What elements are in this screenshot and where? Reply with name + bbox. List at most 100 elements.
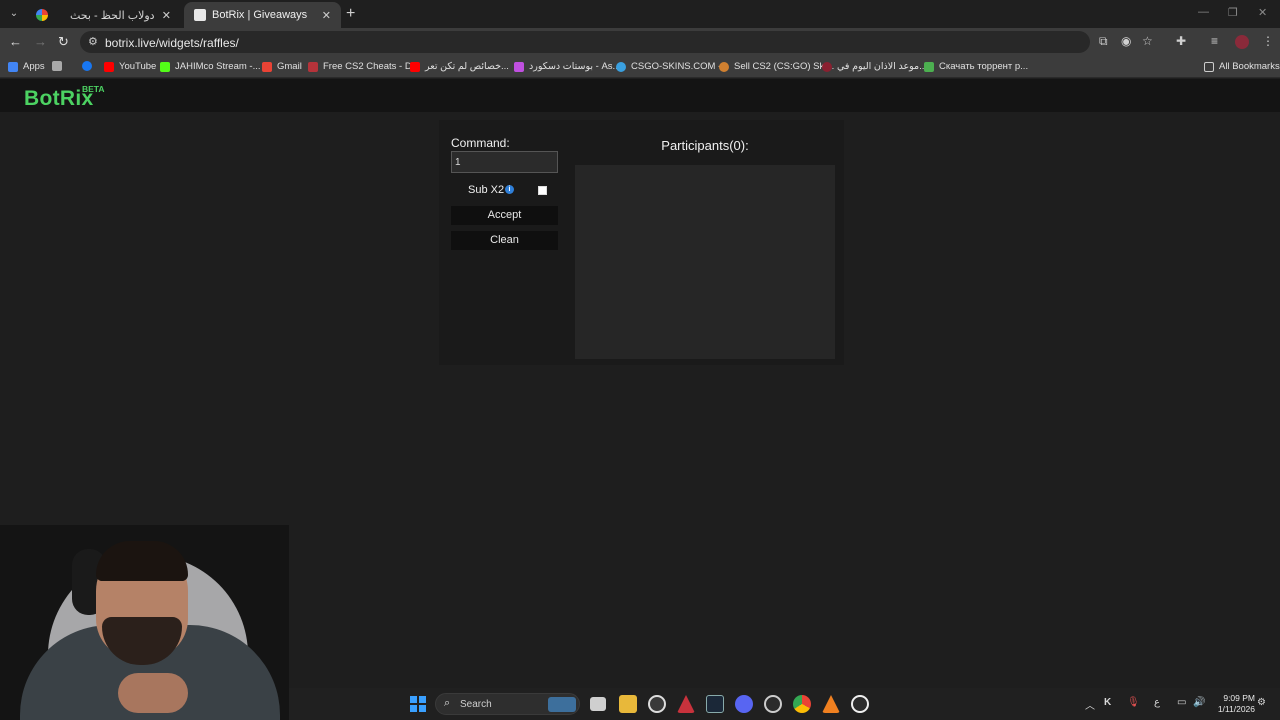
csgo-skins-icon [616,61,626,72]
sub-x2-checkbox[interactable] [538,186,547,195]
minimize-icon[interactable]: — [1198,6,1209,18]
address-bar[interactable]: ⚙ botrix.live/widgets/raffles/ [80,31,1090,53]
bookmark-label: YouTube [119,61,157,72]
gmail-icon [262,61,272,72]
grid-icon [52,61,62,71]
tab-strip: ⌄ دولاب الحظ - بحث Google ✕ BotRix | Giv… [0,0,1280,28]
bookmarks-bar: Apps YouTube JAHIMco Stream -... Gmail F… [0,56,1280,78]
bookmark-youtube[interactable]: YouTube [104,61,156,72]
bookmark-apps[interactable]: Apps [8,61,45,72]
bookmark-sell-cs2[interactable]: Sell CS2 (CS:GO) Ski... [719,61,834,72]
language-indicator[interactable]: ع [1154,697,1160,708]
participants-list[interactable] [575,165,835,359]
all-bookmarks[interactable]: All Bookmarks [1204,61,1280,72]
bookmark-gmail[interactable]: Gmail [262,61,302,72]
beta-badge: BETA [82,84,105,94]
tab-botrix[interactable]: BotRix | Giveaways ✕ [184,2,341,28]
info-icon[interactable]: i [505,185,514,194]
bookmark-torrent[interactable]: Скачать торрент р... [924,61,1028,72]
bookmark-csgo-skins[interactable]: CSGO-SKINS.COM -... [616,61,729,72]
obs-icon[interactable] [851,695,869,713]
sell-skins-icon [719,61,729,72]
bookmark-grid[interactable] [52,61,67,71]
raffle-panel: Command: Sub X2 i Accept Clean Participa… [439,120,844,365]
profile-avatar[interactable] [1235,35,1249,49]
bookmark-label: CSGO-SKINS.COM -... [631,61,730,72]
windows-start-icon[interactable] [410,696,426,712]
bookmark-prayer-times[interactable]: موعد الاذان اليوم في... [822,61,927,72]
search-label: Search [460,699,492,710]
taskbar-search[interactable]: ⌕ Search [435,693,580,715]
youtube-icon [410,61,420,72]
site-info-icon[interactable]: ⚙ [88,35,98,48]
chrome-icon[interactable] [793,695,811,713]
participants-title: Participants(0): [661,138,749,153]
bookmark-label: Sell CS2 (CS:GO) Ski... [734,61,835,72]
tab-close-icon[interactable]: ✕ [322,9,331,22]
webcam-hair [96,541,188,581]
logitech-icon[interactable] [648,695,666,713]
notifications-icon[interactable]: ⚙ [1257,697,1266,708]
tab-title: دولاب الحظ - بحث Google [70,9,158,22]
bookmark-label: خصائص لم تكن تعر... [425,61,509,72]
eye-off-icon[interactable]: ◉ [1121,34,1131,48]
clean-button[interactable]: Clean [451,231,558,250]
media-icon[interactable]: ≡ [1211,34,1218,48]
botrix-favicon-icon [194,9,206,21]
bookmark-cs2-cheats[interactable]: Free CS2 Cheats - D... [308,61,420,72]
network-icon[interactable]: ▭ [1177,697,1186,708]
bookmark-label: Apps [23,61,45,72]
back-icon[interactable]: ← [9,34,22,49]
translate-icon[interactable]: ⧉ [1099,34,1108,49]
reload-icon[interactable]: ↻ [58,34,69,50]
bookmark-discord-posts[interactable]: بوستات دسكورد - As... [514,61,620,72]
facebook-icon [82,61,92,71]
bookmark-facebook[interactable] [82,61,97,71]
kick-icon [160,61,170,72]
command-input[interactable] [451,151,558,173]
gem-icon [514,61,524,72]
steam-icon[interactable] [706,695,724,713]
taskbar-clock[interactable]: 9:09 PM 1/11/2026 [1211,693,1255,715]
new-tab-button[interactable]: + [346,5,355,23]
microphone-icon[interactable]: 🎙 [1127,697,1140,708]
youtube-icon [104,61,114,72]
task-view-icon[interactable] [590,697,606,711]
discord-icon[interactable] [735,695,753,713]
folder-icon [1204,61,1214,72]
app-circle-icon[interactable] [764,695,782,713]
bookmark-kick[interactable]: JAHIMco Stream -... [160,61,261,72]
address-url[interactable]: botrix.live/widgets/raffles/ [105,36,239,50]
bookmark-star-icon[interactable]: ☆ [1142,34,1153,48]
tab-google-search[interactable]: دولاب الحظ - بحث Google ✕ [26,2,181,28]
cheats-icon [308,61,318,72]
bookmark-label: Gmail [277,61,302,72]
sub-x2-label: Sub X2 [468,184,505,196]
search-highlight-icon [548,697,576,712]
clock-date: 1/11/2026 [1217,704,1255,714]
tab-search-icon[interactable]: ⌄ [6,6,22,22]
close-window-icon[interactable]: ✕ [1258,6,1267,19]
volume-icon[interactable]: 🔊 [1193,697,1205,708]
vlc-icon[interactable] [822,695,840,713]
all-bookmarks-label: All Bookmarks [1219,61,1280,72]
forward-icon[interactable]: → [34,34,47,49]
tab-close-icon[interactable]: ✕ [162,9,171,22]
file-explorer-icon[interactable] [619,695,637,713]
site-header: BotRix BETA [0,79,1280,112]
taskbar: ⌕ Search ︿ K 🎙 ع ▭ 🔊 9:09 PM 1/11/2026 ⚙ [289,688,1280,720]
red-app-icon[interactable] [677,695,695,713]
tray-expand-icon[interactable]: ︿ [1085,697,1095,712]
clock-time: 9:09 PM [1223,693,1255,703]
accept-button[interactable]: Accept [451,206,558,225]
extensions-icon[interactable]: ✚ [1176,34,1186,48]
bookmark-label: موعد الاذان اليوم في... [837,61,927,72]
maximize-icon[interactable]: ❐ [1228,6,1238,19]
webcam-hands [118,673,188,713]
menu-icon[interactable]: ⋮ [1262,34,1274,48]
torrent-icon [924,61,934,72]
bookmark-label: Скачать торрент р... [939,61,1029,72]
kick-tray-icon[interactable]: K [1104,697,1111,708]
bookmark-label: بوستات دسكورد - As... [529,61,621,72]
bookmark-arabic-video[interactable]: خصائص لم تكن تعر... [410,61,509,72]
